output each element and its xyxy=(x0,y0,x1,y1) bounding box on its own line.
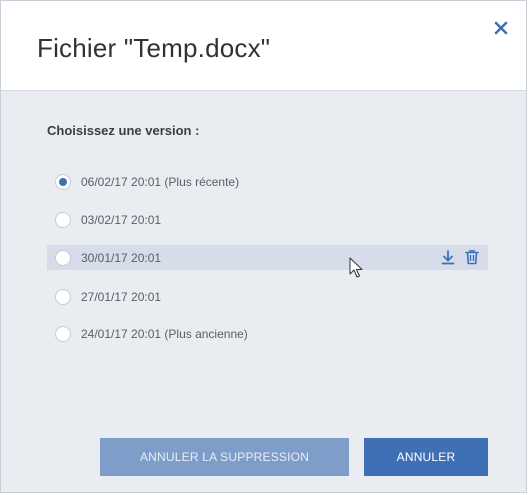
mouse-pointer-icon xyxy=(349,257,363,278)
version-label: 24/01/17 20:01 (Plus ancienne) xyxy=(81,326,248,341)
row-actions xyxy=(440,249,480,265)
version-row[interactable]: 27/01/17 20:01 xyxy=(47,284,488,309)
undo-delete-button[interactable]: ANNULER LA SUPPRESSION xyxy=(100,438,349,476)
radio-button[interactable] xyxy=(55,288,71,305)
radio-button-selected[interactable] xyxy=(55,173,71,190)
version-row[interactable]: 06/02/17 20:01 (Plus récente) xyxy=(47,169,488,194)
dialog-title: Fichier "Temp.docx" xyxy=(37,33,271,63)
version-row-hovered[interactable]: 30/01/17 20:01 xyxy=(47,245,488,270)
radio-button[interactable] xyxy=(55,249,71,266)
trash-icon[interactable] xyxy=(464,249,480,265)
radio-button[interactable] xyxy=(55,211,71,228)
radio-button[interactable] xyxy=(55,325,71,342)
dialog-header: Fichier "Temp.docx" xyxy=(1,1,526,91)
version-label: 27/01/17 20:01 xyxy=(81,289,162,304)
close-icon[interactable] xyxy=(490,17,512,39)
version-row[interactable]: 03/02/17 20:01 xyxy=(47,207,488,232)
version-label: 06/02/17 20:01 (Plus récente) xyxy=(81,174,240,189)
cancel-button[interactable]: ANNULER xyxy=(364,438,488,476)
version-row[interactable]: 24/01/17 20:01 (Plus ancienne) xyxy=(47,321,488,346)
version-label: 03/02/17 20:01 xyxy=(81,212,162,227)
download-icon[interactable] xyxy=(440,249,456,265)
choose-version-label: Choisissez une version : xyxy=(47,123,200,138)
version-label: 30/01/17 20:01 xyxy=(81,250,162,265)
restore-version-dialog: Fichier "Temp.docx" Choisissez une versi… xyxy=(0,0,527,493)
